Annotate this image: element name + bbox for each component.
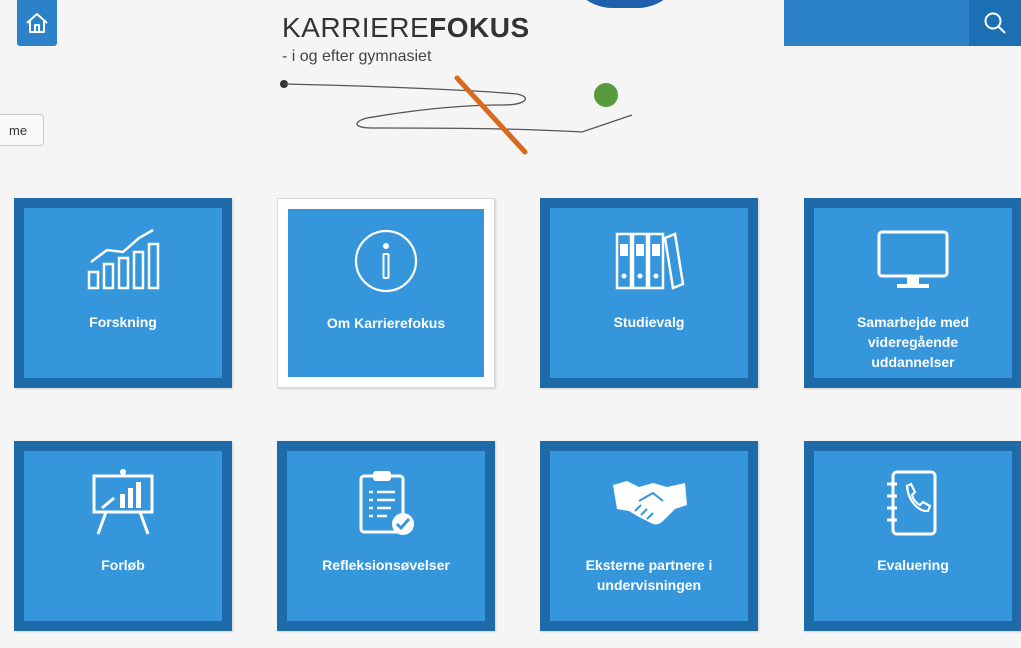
side-tab-label: me — [9, 122, 28, 138]
presentation-board-icon — [92, 469, 154, 535]
tile-refleksionsoevelser[interactable]: Refleksionsøvelser — [277, 441, 495, 631]
address-book-phone-icon — [887, 470, 937, 536]
search-icon — [984, 12, 1006, 34]
bar-chart-growth-icon — [87, 228, 160, 290]
search-bar[interactable] — [784, 0, 1021, 46]
site-logo[interactable]: KARRIEREFOKUS - i og efter gymnasiet — [282, 14, 530, 66]
tile-label: Om Karrierefokus — [326, 315, 446, 331]
logo-title: KARRIEREFOKUS — [282, 14, 530, 42]
tile-eksterne-partnere[interactable]: Eksterne partnere i undervisningen — [540, 441, 758, 631]
tile-label: Forløb — [101, 557, 145, 573]
tile-label: Studievalg — [613, 314, 685, 330]
decorative-arc — [565, 0, 685, 8]
tile-label: Forskning — [89, 314, 157, 330]
home-button[interactable] — [17, 0, 57, 46]
logo-title-bold: FOKUS — [429, 12, 530, 43]
monitor-icon — [877, 230, 949, 288]
handshake-icon — [613, 481, 687, 525]
search-input[interactable] — [784, 0, 969, 46]
side-tab[interactable]: me — [0, 114, 44, 146]
binders-icon — [615, 232, 685, 290]
clipboard-check-icon — [359, 471, 414, 535]
tile-studievalg[interactable]: Studievalg — [540, 198, 758, 388]
tile-label: Refleksionsøvelser — [322, 557, 450, 573]
tile-om-karrierefokus[interactable]: Om Karrierefokus — [277, 198, 495, 388]
logo-title-light: KARRIERE — [282, 12, 430, 43]
tile-label: Evaluering — [877, 557, 949, 573]
tile-forskning[interactable]: Forskning — [14, 198, 232, 388]
tile-forloeb[interactable]: Forløb — [14, 441, 232, 631]
home-icon — [26, 13, 48, 33]
logo-graphic — [280, 75, 633, 155]
tile-samarbejde[interactable]: Samarbejde med videregående uddannelser — [804, 198, 1021, 388]
tile-label: Eksterne partnere i undervisningen — [585, 557, 713, 593]
tile-label: Samarbejde med videregående uddannelser — [856, 314, 970, 370]
info-icon — [354, 229, 418, 293]
logo-subtitle: - i og efter gymnasiet — [282, 48, 432, 65]
tile-evaluering[interactable]: Evaluering — [804, 441, 1021, 631]
search-button[interactable] — [969, 0, 1021, 46]
